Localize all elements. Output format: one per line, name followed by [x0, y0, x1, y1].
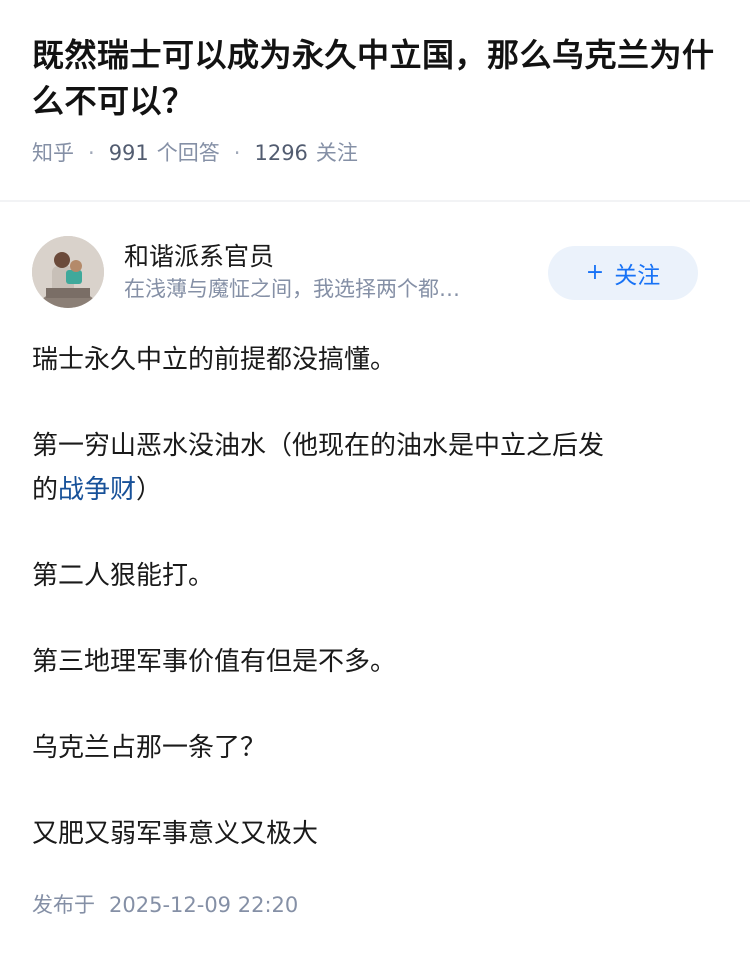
answer-text: 的: [32, 475, 59, 505]
answer-paragraph: 第三地理军事价值有但是不多。: [32, 647, 397, 677]
meta-separator: ·: [233, 141, 241, 165]
follow-button-label: 关注: [614, 263, 661, 289]
publish-timestamp: 2025-12-09 22:20: [109, 893, 299, 917]
author-row: 和谐派系官员 在浅薄与魔怔之间，我选择两个都… + 关注: [32, 234, 718, 310]
question-meta: 知乎 · 991 个回答 · 1296 关注: [32, 138, 718, 168]
answer-text-line: 第一穷山恶水没油水（他现在的油水是中立之后发: [32, 431, 605, 461]
question-title[interactable]: 既然瑞士可以成为永久中立国，那么乌克兰为什么不可以？: [32, 32, 722, 124]
answer-page: 既然瑞士可以成为永久中立国，那么乌克兰为什么不可以？ 知乎 · 991 个回答 …: [0, 0, 750, 958]
plus-icon: +: [585, 260, 605, 285]
answer-paragraph: 又肥又弱军事意义又极大: [32, 819, 319, 849]
answer-paragraph: 乌克兰占那一条了？: [32, 733, 267, 763]
avatar-image-icon: [32, 236, 104, 308]
publish-label: 发布于: [32, 893, 95, 917]
answer-content: 瑞士永久中立的前提都没搞懂。 第一穷山恶水没油水（他现在的油水是中立之后发 的战争…: [32, 338, 722, 898]
follower-count-label: 关注: [315, 141, 358, 165]
answer-paragraph: 第二人狠能打。: [32, 561, 215, 591]
source-label[interactable]: 知乎: [32, 138, 74, 168]
section-divider: [0, 200, 750, 202]
avatar[interactable]: [32, 236, 104, 308]
author-bio: 在浅薄与魔怔之间，我选择两个都…: [124, 277, 460, 301]
meta-separator: ·: [88, 141, 95, 165]
answer-paragraph: 瑞士永久中立的前提都没搞懂。: [32, 345, 397, 375]
answer-count: 991: [108, 141, 149, 165]
author-name[interactable]: 和谐派系官员: [124, 240, 544, 274]
answer-text: ）: [136, 475, 163, 505]
follow-button[interactable]: + 关注: [548, 246, 698, 300]
answer-count-label: 个回答: [156, 141, 220, 165]
question-header: 既然瑞士可以成为永久中立国，那么乌克兰为什么不可以？ 知乎 · 991 个回答 …: [0, 0, 750, 200]
follower-count: 1296: [254, 141, 308, 165]
publish-time: 发布于 2025-12-09 22:20: [32, 890, 298, 920]
inline-link[interactable]: 战争财: [58, 475, 136, 505]
author-info: 和谐派系官员 在浅薄与魔怔之间，我选择两个都…: [124, 240, 544, 304]
answer-paragraph: 第一穷山恶水没油水（他现在的油水是中立之后发 的战争财）: [32, 424, 722, 512]
